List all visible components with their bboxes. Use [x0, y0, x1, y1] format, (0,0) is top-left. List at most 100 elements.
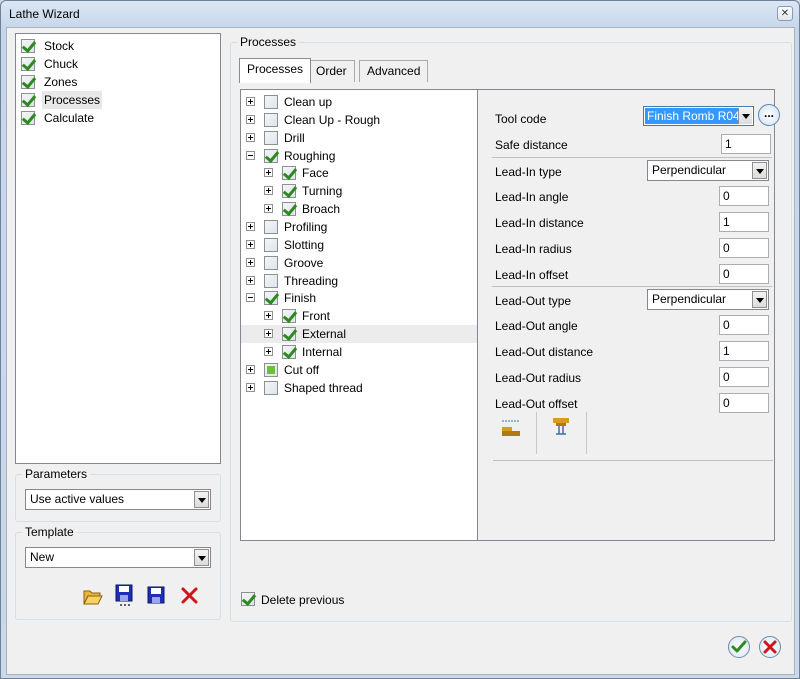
tree-item[interactable]: Threading: [241, 272, 477, 290]
expand-icon[interactable]: [264, 168, 273, 178]
save-as-icon[interactable]: [114, 583, 136, 606]
tree-item[interactable]: Shaped thread: [241, 379, 477, 397]
tree-item-label: Shaped thread: [284, 380, 363, 395]
cancel-button[interactable]: [759, 636, 781, 658]
parameters-legend: Parameters: [22, 467, 91, 481]
tree-item[interactable]: Cut off: [241, 361, 477, 379]
tree-item[interactable]: Groove: [241, 254, 477, 272]
tree-item[interactable]: Clean up: [241, 93, 477, 111]
chevron-down-icon[interactable]: [738, 108, 752, 124]
tool-browse-button[interactable]: ...: [758, 104, 780, 126]
tree-item-checkbox[interactable]: [282, 327, 296, 342]
delete-previous-checkbox[interactable]: [241, 592, 255, 606]
expand-icon[interactable]: [246, 97, 255, 106]
leadin-offset-input[interactable]: 0: [719, 264, 769, 284]
expand-icon[interactable]: [246, 364, 255, 374]
expand-icon[interactable]: [264, 329, 273, 339]
tree-item-checkbox[interactable]: [264, 273, 278, 288]
tree-item[interactable]: External: [241, 325, 477, 344]
tree-item-checkbox[interactable]: [264, 95, 278, 109]
tree-item-checkbox[interactable]: [264, 130, 278, 145]
tool-code-select[interactable]: Finish Romb R04: [643, 106, 754, 126]
delete-icon[interactable]: [179, 585, 201, 607]
expand-icon[interactable]: [246, 275, 255, 285]
tree-item-checkbox[interactable]: [282, 344, 296, 359]
tree-item[interactable]: Profiling: [241, 218, 477, 236]
tree-item[interactable]: Roughing: [241, 147, 477, 165]
expand-icon[interactable]: [246, 239, 255, 249]
leadout-offset-label: Lead-Out offset: [495, 397, 578, 411]
safe-distance-input[interactable]: 1: [721, 134, 771, 154]
leadin-type-select[interactable]: Perpendicular: [647, 160, 769, 181]
divider: [492, 157, 772, 158]
tree-item-checkbox[interactable]: [264, 148, 278, 163]
collapse-icon[interactable]: [246, 150, 255, 160]
chevron-down-icon[interactable]: [194, 549, 209, 566]
save-icon[interactable]: [146, 585, 168, 607]
tree-item-checkbox[interactable]: [282, 202, 296, 217]
expand-icon[interactable]: [264, 311, 273, 321]
leadin-preview-icon[interactable]: [500, 418, 522, 440]
leadin-angle-label: Lead-In angle: [495, 190, 569, 204]
expand-icon[interactable]: [246, 132, 255, 142]
expand-icon[interactable]: [246, 257, 255, 267]
step-zones-checkbox[interactable]: [21, 75, 35, 89]
leadout-preview-icon[interactable]: [550, 416, 572, 438]
step-label: Processes: [42, 91, 103, 109]
tab-processes[interactable]: Processes: [239, 58, 312, 83]
expand-icon[interactable]: [246, 382, 255, 392]
template-select[interactable]: New: [25, 547, 211, 568]
toolbar-separator: [586, 412, 587, 454]
chevron-down-icon[interactable]: [752, 162, 767, 179]
leadout-distance-row: Lead-Out distance 1: [488, 339, 770, 363]
leadout-angle-input[interactable]: 0: [719, 315, 769, 335]
ok-button[interactable]: [728, 636, 750, 658]
leadout-distance-input[interactable]: 1: [719, 341, 769, 361]
tab-order[interactable]: Order: [308, 60, 355, 82]
tree-item-checkbox[interactable]: [264, 380, 278, 395]
leadin-radius-input[interactable]: 0: [719, 238, 769, 258]
leadin-type-row: Lead-In type Perpendicular: [488, 159, 770, 183]
process-properties: Tool code Finish Romb R04 ... Safe dista…: [478, 89, 780, 541]
tree-item[interactable]: Turning: [241, 182, 477, 200]
tree-item[interactable]: Drill: [241, 129, 477, 147]
step-processes-checkbox[interactable]: [21, 93, 35, 107]
leadin-distance-input[interactable]: 1: [719, 212, 769, 232]
tree-item-checkbox[interactable]: [282, 166, 296, 181]
tree-item[interactable]: Broach: [241, 200, 477, 218]
leadout-radius-input[interactable]: 0: [719, 367, 769, 387]
tree-item-checkbox[interactable]: [282, 309, 296, 324]
expand-icon[interactable]: [264, 186, 273, 196]
tree-item[interactable]: Clean Up - Rough: [241, 111, 477, 129]
leadout-type-select[interactable]: Perpendicular: [647, 289, 769, 310]
tree-item-checkbox[interactable]: [264, 255, 278, 270]
divider: [492, 286, 772, 287]
open-folder-icon[interactable]: [82, 585, 104, 607]
tree-item[interactable]: Face: [241, 164, 477, 182]
close-window-button[interactable]: ✕: [777, 6, 793, 21]
step-calculate-checkbox[interactable]: [21, 111, 35, 125]
expand-icon[interactable]: [264, 204, 273, 214]
tree-item[interactable]: Front: [241, 307, 477, 325]
chevron-down-icon[interactable]: [194, 491, 209, 508]
tree-item[interactable]: Internal: [241, 343, 477, 361]
leadin-angle-input[interactable]: 0: [719, 186, 769, 206]
tree-item[interactable]: Slotting: [241, 236, 477, 254]
expand-icon[interactable]: [246, 114, 255, 124]
tree-item-checkbox[interactable]: [264, 219, 278, 234]
step-stock-checkbox[interactable]: [21, 39, 35, 53]
expand-icon[interactable]: [246, 221, 255, 231]
step-chuck-checkbox[interactable]: [21, 57, 35, 71]
tree-item[interactable]: Finish: [241, 289, 477, 307]
tree-item-checkbox[interactable]: [264, 112, 278, 127]
leadout-offset-input[interactable]: 0: [719, 393, 769, 413]
collapse-icon[interactable]: [246, 293, 255, 303]
tab-advanced[interactable]: Advanced: [359, 60, 429, 82]
tree-item-checkbox[interactable]: [264, 237, 278, 252]
tree-item-checkbox[interactable]: [282, 184, 296, 199]
chevron-down-icon[interactable]: [752, 291, 767, 308]
parameters-select[interactable]: Use active values: [25, 489, 211, 510]
expand-icon[interactable]: [264, 346, 273, 356]
tree-item-checkbox[interactable]: [264, 291, 278, 306]
tree-item-checkbox[interactable]: [264, 362, 278, 377]
